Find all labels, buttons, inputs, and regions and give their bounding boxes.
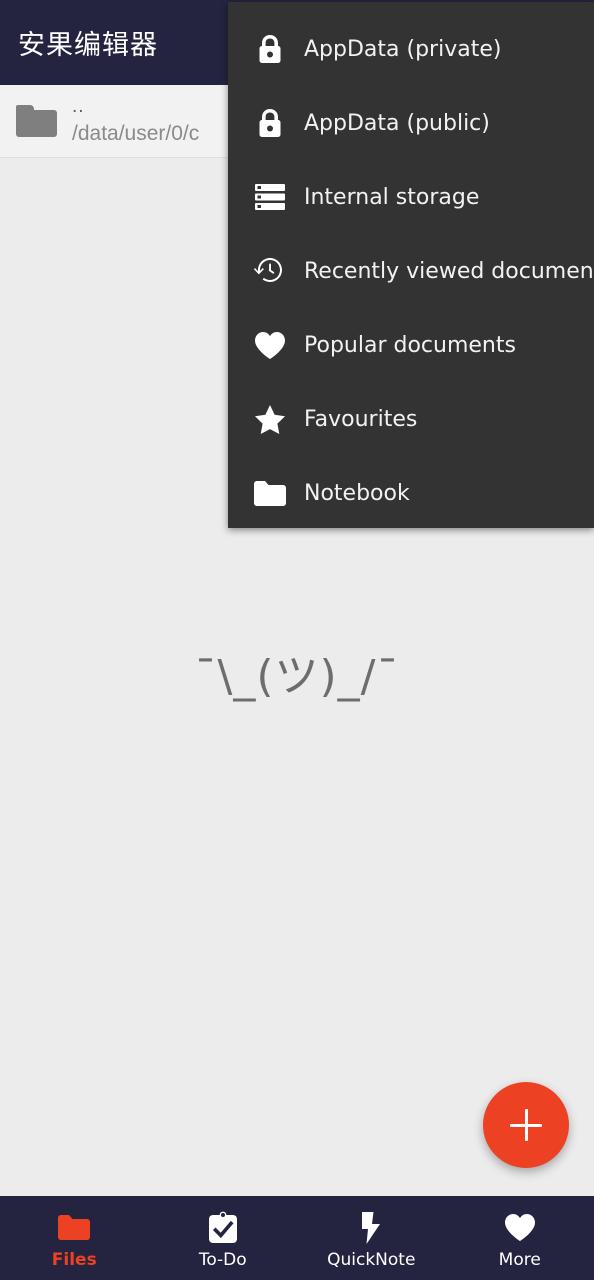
path-texts: .. /data/user/0/c xyxy=(72,97,199,145)
menu-item-popular-documents[interactable]: Popular documents xyxy=(228,308,594,382)
menu-item-label: Recently viewed documents xyxy=(304,258,594,284)
folder-icon xyxy=(0,85,72,158)
menu-item-appdata-private[interactable]: AppData (private) xyxy=(228,12,594,86)
heart-icon xyxy=(503,1211,537,1245)
menu-item-label: Internal storage xyxy=(304,184,480,210)
clipboard-check-icon xyxy=(206,1211,240,1245)
current-path: /data/user/0/c xyxy=(72,121,200,145)
app-root: 安果编辑器 .. /data/user/0/c ¯\_(ツ)_/¯ AppDat… xyxy=(0,0,594,1280)
menu-item-favourites[interactable]: Favourites xyxy=(228,382,594,456)
storage-icon xyxy=(246,173,294,221)
lock-icon xyxy=(246,25,294,73)
nav-item-quicknote[interactable]: QuickNote xyxy=(297,1196,446,1280)
nav-item-label: Files xyxy=(51,1249,97,1270)
nav-item-more[interactable]: More xyxy=(446,1196,594,1280)
lock-icon xyxy=(246,99,294,147)
nav-item-label: QuickNote xyxy=(327,1249,416,1270)
menu-item-internal-storage[interactable]: Internal storage xyxy=(228,160,594,234)
star-icon xyxy=(246,395,294,443)
bottom-navigation: Files To-Do QuickNote More xyxy=(0,1196,594,1280)
menu-item-label: AppData (private) xyxy=(304,36,502,62)
nav-item-todo[interactable]: To-Do xyxy=(149,1196,298,1280)
menu-item-recently-viewed[interactable]: Recently viewed documents xyxy=(228,234,594,308)
menu-item-label: Popular documents xyxy=(304,332,516,358)
parent-label: .. xyxy=(72,96,85,117)
menu-item-notebook[interactable]: Notebook xyxy=(228,456,594,530)
menu-item-appdata-public[interactable]: AppData (public) xyxy=(228,86,594,160)
menu-item-label: Favourites xyxy=(304,406,418,432)
heart-icon xyxy=(246,321,294,369)
menu-item-label: Notebook xyxy=(304,480,410,506)
storage-locations-menu: AppData (private) AppData (public) Inter… xyxy=(228,2,594,528)
nav-item-files[interactable]: Files xyxy=(0,1196,149,1280)
add-button[interactable] xyxy=(483,1082,569,1168)
history-clock-icon xyxy=(246,247,294,295)
menu-item-label: AppData (public) xyxy=(304,110,490,136)
page-title: 安果编辑器 xyxy=(18,30,158,61)
folder-icon xyxy=(57,1211,91,1245)
folder-icon xyxy=(246,469,294,517)
lightning-bolt-icon xyxy=(354,1211,388,1245)
nav-item-label: More xyxy=(498,1249,541,1270)
nav-item-label: To-Do xyxy=(198,1249,247,1270)
empty-state-shrug: ¯\_(ツ)_/¯ xyxy=(194,651,400,702)
